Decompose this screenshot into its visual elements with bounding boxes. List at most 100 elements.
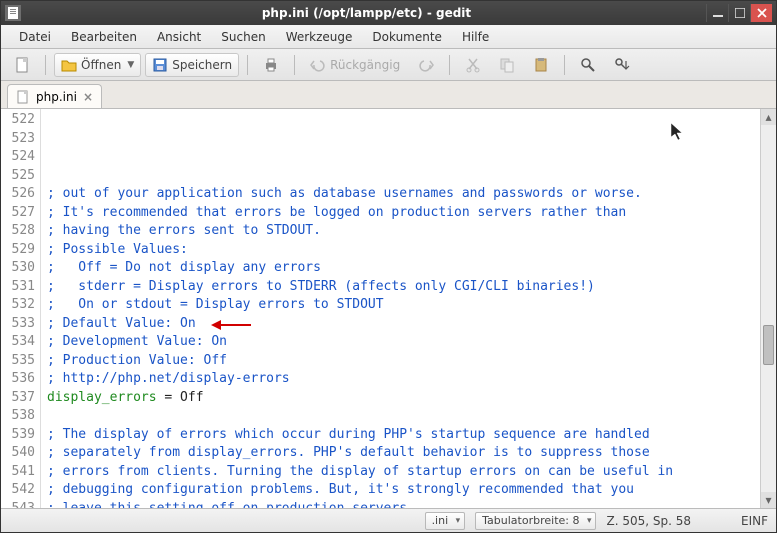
line-number: 525 [1,167,35,186]
code-line: ; separately from display_errors. PHP's … [47,444,760,463]
separator [247,55,248,75]
scroll-thumb[interactable] [763,325,774,365]
line-number: 533 [1,315,35,334]
code-line: ; It's recommended that errors be logged… [47,204,760,223]
undo-icon [310,57,326,73]
code-line: ; stderr = Display errors to STDERR (aff… [47,278,760,297]
close-button[interactable] [750,4,772,22]
open-dropdown-icon[interactable]: ▼ [127,60,134,70]
insert-mode-indicator: EINF [741,514,768,528]
print-icon [263,57,279,73]
menu-help[interactable]: Hilfe [454,28,497,46]
separator [564,55,565,75]
menu-view[interactable]: Ansicht [149,28,209,46]
line-number: 541 [1,463,35,482]
line-number: 534 [1,333,35,352]
line-number: 542 [1,481,35,500]
filetype-label: .ini [432,514,449,527]
code-line: ; The display of errors which occur duri… [47,426,760,445]
minimize-button[interactable] [706,4,728,22]
document-icon [16,90,30,104]
save-button-label: Speichern [172,58,232,72]
save-button[interactable]: Speichern [145,53,239,77]
code-line: ; Development Value: On [47,333,760,352]
find-replace-icon [614,57,630,73]
copy-button[interactable] [492,53,522,77]
line-number: 539 [1,426,35,445]
line-number: 530 [1,259,35,278]
redo-button[interactable] [411,53,441,77]
code-area[interactable]: ; out of your application such as databa… [41,109,760,508]
find-replace-button[interactable] [607,53,637,77]
undo-button-label: Rückgängig [330,58,400,72]
menu-edit[interactable]: Bearbeiten [63,28,145,46]
vertical-scrollbar[interactable]: ▴ ▾ [760,109,776,508]
code-line: ; Production Value: Off [47,352,760,371]
tab-filename: php.ini [36,90,77,104]
code-line: ; http://php.net/display-errors [47,370,760,389]
line-number: 537 [1,389,35,408]
document-tab[interactable]: php.ini × [7,84,102,108]
app-icon [5,5,21,21]
line-number: 523 [1,130,35,149]
mouse-cursor [671,123,687,143]
code-line: ; errors from clients. Turning the displ… [47,463,760,482]
code-line: ; leave this setting off on production s… [47,500,760,509]
line-number: 543 [1,500,35,509]
line-number: 532 [1,296,35,315]
tabwidth-label: Tabulatorbreite: 8 [482,514,579,527]
line-number: 536 [1,370,35,389]
separator [449,55,450,75]
tab-close-button[interactable]: × [83,90,93,104]
open-button-label: Öffnen [81,58,121,72]
scroll-up-button[interactable]: ▴ [761,109,776,125]
titlebar: php.ini (/opt/lampp/etc) - gedit [1,1,776,25]
menu-search[interactable]: Suchen [213,28,273,46]
code-line: ; out of your application such as databa… [47,185,760,204]
separator [294,55,295,75]
window-controls [706,4,772,22]
line-number: 527 [1,204,35,223]
position-indicator: Z. 505, Sp. 58 [606,514,691,528]
code-line: ; Off = Do not display any errors [47,259,760,278]
menu-file[interactable]: Datei [11,28,59,46]
line-number: 524 [1,148,35,167]
code-line: ; debugging configuration problems. But,… [47,481,760,500]
code-line: ; Default Value: On [47,315,760,334]
separator [45,55,46,75]
save-icon [152,57,168,73]
filetype-combo[interactable]: .ini [425,512,466,530]
line-number-gutter: 5225235245255265275285295305315325335345… [1,109,41,508]
code-line: ; having the errors sent to STDOUT. [47,222,760,241]
redo-icon [418,57,434,73]
line-number: 522 [1,111,35,130]
line-number: 535 [1,352,35,371]
undo-button[interactable]: Rückgängig [303,53,407,77]
paste-icon [533,57,549,73]
search-icon [580,57,596,73]
line-number: 529 [1,241,35,260]
window-title: php.ini (/opt/lampp/etc) - gedit [27,6,706,20]
scroll-track[interactable] [761,125,776,492]
find-button[interactable] [573,53,603,77]
print-button[interactable] [256,53,286,77]
line-number: 528 [1,222,35,241]
cut-button[interactable] [458,53,488,77]
editor[interactable]: 5225235245255265275285295305315325335345… [1,109,776,508]
line-number: 538 [1,407,35,426]
scroll-down-button[interactable]: ▾ [761,492,776,508]
tabwidth-combo[interactable]: Tabulatorbreite: 8 [475,512,596,530]
menu-tools[interactable]: Werkzeuge [278,28,361,46]
folder-open-icon [61,57,77,73]
paste-button[interactable] [526,53,556,77]
cut-icon [465,57,481,73]
tabbar: php.ini × [1,81,776,109]
line-number: 531 [1,278,35,297]
new-document-button[interactable] [7,53,37,77]
toolbar: Öffnen ▼ Speichern Rückgängig [1,49,776,81]
copy-icon [499,57,515,73]
open-button[interactable]: Öffnen ▼ [54,53,141,77]
statusbar: .ini Tabulatorbreite: 8 Z. 505, Sp. 58 E… [1,508,776,532]
maximize-button[interactable] [728,4,750,22]
menu-documents[interactable]: Dokumente [364,28,450,46]
